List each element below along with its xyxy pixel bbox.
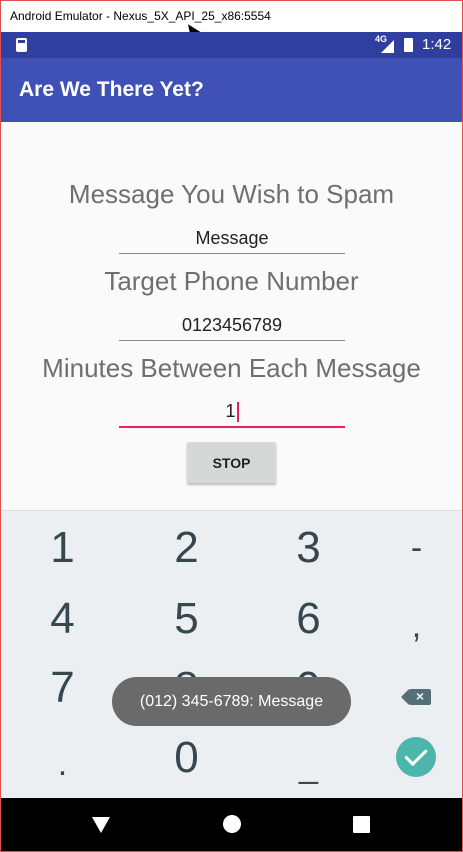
back-icon[interactable] <box>92 817 110 833</box>
navigation-bar <box>1 798 462 851</box>
battery-icon <box>404 38 413 52</box>
key-space[interactable]: _ <box>251 731 366 801</box>
key-4[interactable]: 4 <box>5 584 120 654</box>
key-1[interactable]: 1 <box>5 513 120 583</box>
recents-icon[interactable] <box>353 816 370 833</box>
app-title: Are We There Yet? <box>19 78 204 101</box>
key-3[interactable]: 3 <box>251 513 366 583</box>
key-2[interactable]: 2 <box>129 513 244 583</box>
sd-card-icon <box>16 38 27 52</box>
backspace-tip <box>401 689 409 705</box>
key-6[interactable]: 6 <box>251 584 366 654</box>
key-period[interactable]: . <box>5 729 120 799</box>
backspace-x-glyph: × <box>415 688 425 704</box>
window-title-bar: Android Emulator - Nexus_5X_API_25_x86:5… <box>1 1 462 40</box>
done-button[interactable] <box>396 737 436 777</box>
status-clock: 1:42 <box>422 36 452 53</box>
app-bar: Are We There Yet? <box>1 58 462 122</box>
minutes-input[interactable]: 1 <box>119 396 345 428</box>
key-minus[interactable]: - <box>359 513 462 583</box>
check-icon <box>404 742 428 767</box>
key-5[interactable]: 5 <box>129 584 244 654</box>
minutes-label: Minutes Between Each Message <box>42 353 421 383</box>
window-title: Android Emulator - Nexus_5X_API_25_x86:5… <box>10 9 271 23</box>
home-icon[interactable] <box>223 815 241 833</box>
phone-input[interactable]: 0123456789 <box>119 310 345 341</box>
message-label: Message You Wish to Spam <box>68 179 395 209</box>
key-0[interactable]: 0 <box>129 723 244 793</box>
key-comma[interactable]: , <box>359 591 462 661</box>
emulator-window: Android Emulator - Nexus_5X_API_25_x86:5… <box>0 0 463 852</box>
status-bar: 4G 1:42 <box>1 32 462 58</box>
signal-icon <box>381 40 394 53</box>
backspace-icon[interactable]: × <box>401 688 431 705</box>
text-caret <box>236 402 239 423</box>
message-input[interactable]: Message <box>119 223 345 254</box>
minutes-value: 1 <box>225 401 236 421</box>
stop-button[interactable]: STOP <box>187 442 276 483</box>
key-7[interactable]: 7 <box>5 653 120 723</box>
numeric-keypad: 1 2 3 - 4 5 6 , 7 8 9 × . 0 _ <box>1 510 462 799</box>
phone-label: Target Phone Number <box>104 266 359 296</box>
sms-toast: (012) 345-6789: Message <box>112 677 351 726</box>
